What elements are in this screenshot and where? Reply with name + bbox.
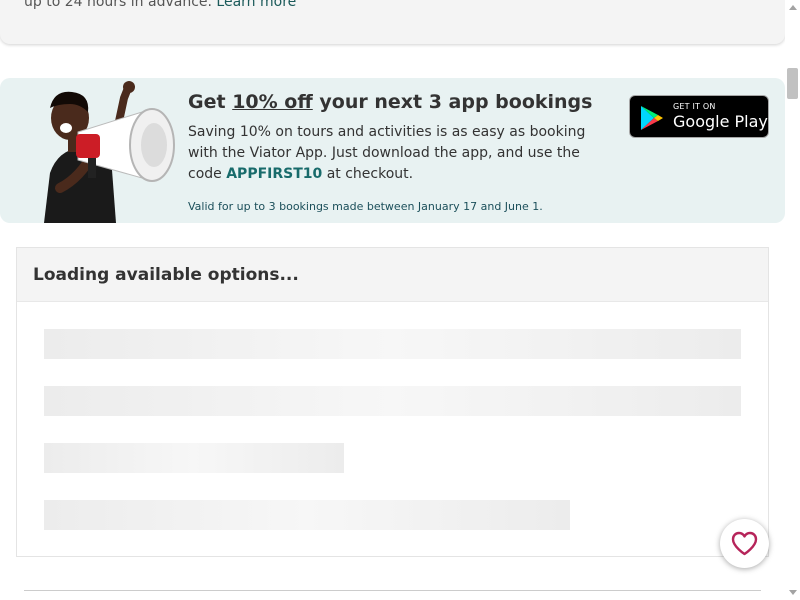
loading-title: Loading available options... — [33, 265, 299, 285]
scrollbar-thumb[interactable] — [787, 68, 798, 99]
favorite-button[interactable] — [720, 519, 769, 568]
app-promo-banner: Get 10% off your next 3 app bookings Sav… — [0, 78, 785, 223]
promo-heading-suffix: your next 3 app bookings — [319, 91, 593, 113]
loading-placeholder — [44, 443, 344, 473]
scroll-down-arrow-icon[interactable] — [789, 590, 797, 595]
promo-description: Saving 10% on tours and activities is as… — [188, 122, 613, 185]
scroll-up-arrow-icon[interactable] — [789, 5, 797, 10]
google-play-small-text: GET IT ON — [673, 102, 716, 111]
promo-discount: 10% off — [232, 91, 313, 113]
heart-icon — [731, 531, 758, 556]
availability-panel: Loading available options... — [16, 247, 769, 557]
vertical-scrollbar[interactable] — [785, 0, 800, 600]
cancellation-info-sentence: up to 24 hours in advance. — [24, 0, 212, 10]
google-play-label: Google Play — [673, 112, 768, 131]
promo-heading: Get 10% off your next 3 app bookings — [188, 91, 592, 113]
cancellation-info-text: up to 24 hours in advance. Learn more — [24, 0, 296, 10]
promo-description-suffix: at checkout. — [326, 166, 414, 182]
promo-code: APPFIRST10 — [226, 166, 323, 182]
google-play-button[interactable]: GET IT ON Google Play — [629, 95, 769, 138]
loading-placeholder — [44, 500, 570, 530]
loading-placeholder — [44, 386, 741, 416]
promo-fine-print: Valid for up to 3 bookings made between … — [188, 200, 543, 213]
cancellation-info-card: up to 24 hours in advance. Learn more — [0, 0, 785, 44]
section-divider — [24, 590, 761, 591]
google-play-icon — [641, 106, 663, 130]
promo-heading-prefix: Get — [188, 91, 226, 113]
megaphone-icon — [44, 81, 175, 223]
availability-header: Loading available options... — [17, 248, 768, 302]
learn-more-link[interactable]: Learn more — [216, 0, 296, 10]
loading-placeholder — [44, 329, 741, 359]
product-page: up to 24 hours in advance. Learn more Ge… — [0, 0, 800, 600]
